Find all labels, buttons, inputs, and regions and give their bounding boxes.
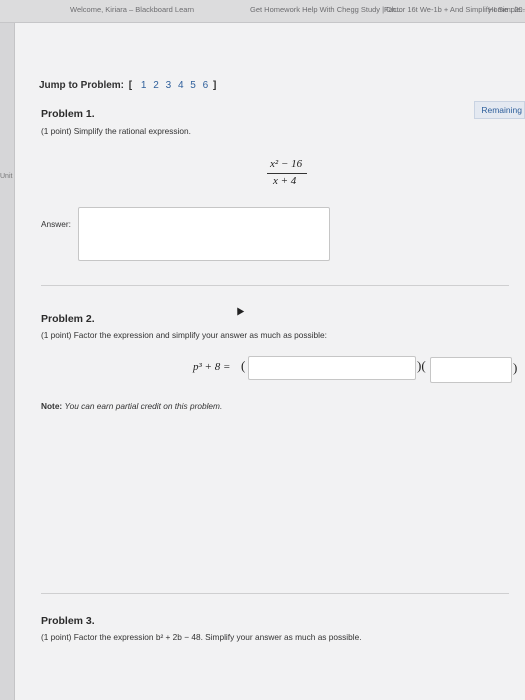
jump-to-problem: Jump to Problem: [ 1 2 3 4 5 6 ] bbox=[39, 80, 218, 91]
jump-open-bracket: [ bbox=[128, 80, 133, 91]
problem-2-note: Note: You can earn partial credit on thi… bbox=[41, 401, 222, 411]
browser-tab-bar: Welcome, Kiriara – Blackboard Learn Get … bbox=[0, 0, 525, 23]
problem-2-factor-2-input[interactable] bbox=[430, 357, 512, 383]
jump-label: Jump to Problem: bbox=[39, 80, 125, 91]
problem-2-text: (1 point) Factor the expression and simp… bbox=[41, 330, 327, 340]
jump-link-2[interactable]: 2 bbox=[153, 80, 159, 91]
jump-link-4[interactable]: 4 bbox=[178, 80, 184, 91]
divider-2 bbox=[41, 593, 509, 594]
problem-1-answer-label: Answer: bbox=[41, 219, 71, 229]
tab-chegg[interactable]: Get Homework Help With Chegg Study | Ch.… bbox=[250, 5, 402, 14]
problem-2-open-paren: ( bbox=[241, 358, 246, 373]
tab-home[interactable]: Home : 20-2-Mat bbox=[488, 5, 525, 14]
jump-link-6[interactable]: 6 bbox=[203, 80, 209, 91]
note-text: You can earn partial credit on this prob… bbox=[64, 401, 223, 411]
homework-page: Remaining Jump to Problem: [ 1 2 3 4 5 6… bbox=[15, 23, 525, 700]
tab-blackboard[interactable]: Welcome, Kiriara – Blackboard Learn bbox=[70, 5, 194, 14]
problem-2-mid-paren: )( bbox=[417, 358, 426, 373]
jump-close-bracket: ] bbox=[212, 80, 217, 91]
jump-link-5[interactable]: 5 bbox=[190, 80, 196, 91]
problem-2-factor-1-input[interactable] bbox=[248, 356, 416, 380]
problem-3-title: Problem 3. bbox=[41, 615, 95, 627]
problem-2-expression: p³ + 8 = bbox=[193, 361, 231, 373]
remaining-time-button[interactable]: Remaining bbox=[474, 101, 525, 119]
jump-link-1[interactable]: 1 bbox=[141, 80, 147, 91]
left-sidebar: Unit bbox=[0, 23, 15, 700]
divider-1 bbox=[41, 285, 509, 286]
problem-1-numerator: x² − 16 bbox=[270, 158, 303, 170]
problem-1-text: (1 point) Simplify the rational expressi… bbox=[41, 126, 191, 136]
jump-link-3[interactable]: 3 bbox=[166, 80, 172, 91]
note-label: Note: bbox=[41, 401, 63, 411]
problem-2-title: Problem 2. bbox=[41, 313, 95, 325]
problem-2-close-paren: ) bbox=[513, 360, 518, 375]
fraction-bar bbox=[267, 173, 307, 174]
sidebar-label: Unit bbox=[0, 173, 13, 180]
problem-3-text: (1 point) Factor the expression b² + 2b … bbox=[41, 632, 362, 642]
problem-1-title: Problem 1. bbox=[41, 108, 95, 120]
problem-1-denominator: x + 4 bbox=[273, 175, 297, 187]
problem-1-answer-input[interactable] bbox=[78, 207, 330, 261]
